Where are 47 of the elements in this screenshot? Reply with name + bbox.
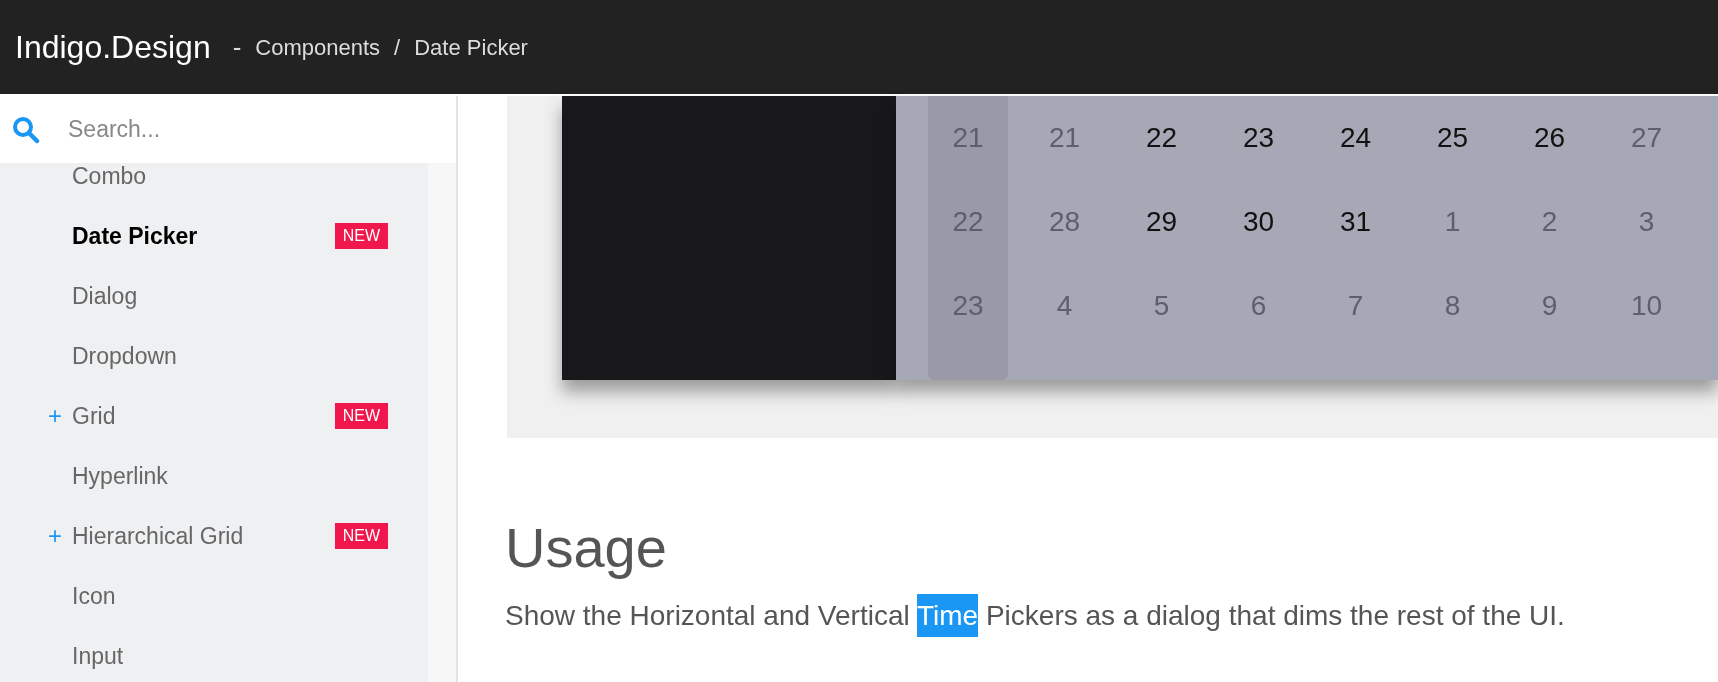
brand-logo[interactable]: Indigo.Design — [15, 23, 211, 71]
calendar-day[interactable]: 22 — [1113, 96, 1210, 180]
nav-item[interactable]: Grid — [72, 398, 116, 434]
week-number: 23 — [951, 289, 985, 323]
calendar-day[interactable]: 1 — [1404, 180, 1501, 264]
calendar-day[interactable]: 21 — [1016, 96, 1113, 180]
nav-item[interactable]: Icon — [72, 578, 116, 614]
search-icon — [12, 115, 40, 144]
calendar-day[interactable]: 23 — [1210, 96, 1307, 180]
breadcrumb-separator: / — [394, 33, 401, 62]
week-number: 22 — [951, 205, 985, 239]
calendar-day[interactable]: 30 — [1210, 180, 1307, 264]
expand-toggle[interactable]: + — [48, 398, 72, 434]
calendar-day[interactable]: 7 — [1307, 264, 1404, 348]
calendar-day[interactable]: 9 — [1501, 264, 1598, 348]
description-text: Show the Horizontal and Vertical Time Pickers as a dialog that dims the rest of the UI. — [505, 595, 1718, 638]
nav-item[interactable]: Input — [72, 638, 124, 674]
calendar-day[interactable]: 5 — [1113, 264, 1210, 348]
new-badge: NEW — [334, 223, 388, 249]
search-field[interactable]: Search... — [0, 96, 456, 163]
section-heading: Usage — [505, 515, 668, 581]
nav-item[interactable]: Dialog — [72, 278, 138, 314]
calendar-day[interactable]: 27 — [1598, 96, 1695, 180]
breadcrumb-link[interactable]: Date Picker — [414, 30, 528, 64]
nav-item[interactable]: Date Picker — [72, 218, 198, 254]
calendar-day[interactable]: 25 — [1404, 96, 1501, 180]
calendar-day[interactable]: 2 — [1501, 180, 1598, 264]
calendar-day[interactable]: 28 — [1016, 180, 1113, 264]
new-badge: NEW — [334, 403, 388, 429]
calendar-day[interactable]: 26 — [1501, 96, 1598, 180]
calendar-day[interactable]: 3 — [1598, 180, 1695, 264]
expand-toggle[interactable]: + — [48, 518, 72, 554]
breadcrumb-link[interactable]: Components — [255, 30, 381, 64]
nav-item[interactable]: Combo — [72, 163, 147, 194]
nav-item[interactable]: Hierarchical Grid — [72, 518, 244, 554]
nav-item[interactable]: Hyperlink — [72, 458, 168, 494]
calendar-day[interactable]: 8 — [1404, 264, 1501, 348]
calendar-day[interactable]: 29 — [1113, 180, 1210, 264]
week-number: 21 — [951, 121, 985, 155]
nav-item[interactable]: Dropdown — [72, 338, 177, 374]
calendar-day[interactable]: 10 — [1598, 264, 1695, 348]
calendar-day[interactable]: 4 — [1016, 264, 1113, 348]
calendar-day[interactable]: 31 — [1307, 180, 1404, 264]
calendar-day[interactable]: 6 — [1210, 264, 1307, 348]
new-badge: NEW — [334, 523, 388, 549]
calendar-day[interactable]: 24 — [1307, 96, 1404, 180]
separator-text: - — [232, 30, 242, 64]
